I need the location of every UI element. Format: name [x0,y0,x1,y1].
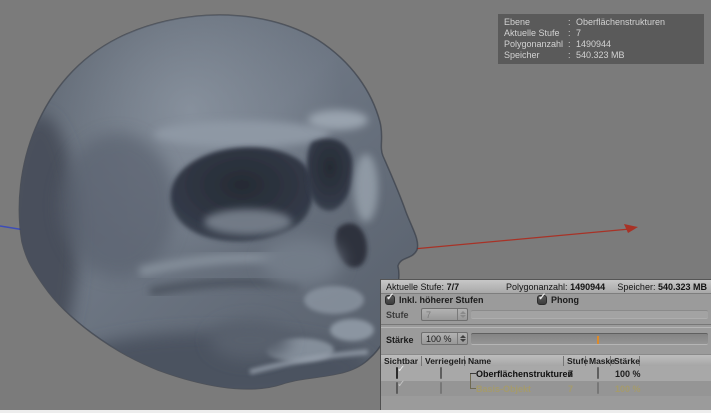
hud-row-ebene: Ebene : Oberflächenstrukturen [504,17,698,28]
option-phong: ✓ Phong [537,295,579,305]
tree-line [470,373,471,389]
phong-label: Phong [551,295,579,305]
check-icon: ✓ [538,293,546,303]
stufe-spinbox[interactable]: 7 [421,308,468,321]
lock-checkbox[interactable] [440,367,442,379]
staerke-spinbox[interactable]: 100 % [421,332,468,345]
phong-checkbox[interactable]: ✓ [537,295,547,305]
layer-stufe: 7 [568,369,573,379]
hud-row-stufe: Aktuelle Stufe : 7 [504,28,698,39]
stat-aktuelle-stufe: Aktuelle Stufe: 7/7 [386,282,459,292]
higher-levels-label: Inkl. höherer Stufen [399,295,484,305]
visible-checkbox[interactable]: ✓ [396,382,398,394]
check-icon: ✓ [397,365,405,375]
hud-value: 1490944 [576,39,611,50]
higher-levels-checkbox[interactable]: ✓ [385,295,395,305]
col-stufe: Stufe [564,356,586,366]
hud-value: 7 [576,28,581,39]
stufe-label: Stufe [386,310,409,320]
hud-value: Oberflächenstrukturen [576,17,665,28]
layer-name: Basis-Objekt [476,384,531,394]
stat-speicher: Speicher: 540.323 MB [617,282,707,292]
layer-row-basis-objekt[interactable]: ✓ Basis-Objekt 7 100 % [381,381,711,396]
panel-stats-bar: Aktuelle Stufe: 7/7 Polygonanzahl: 14909… [381,280,711,294]
check-icon: ✓ [397,380,405,390]
mask-checkbox[interactable] [597,367,599,379]
hud-row-polygone: Polygonanzahl : 1490944 [504,39,698,50]
layer-staerke: 100 % [615,369,641,379]
application-window: Ebene : Oberflächenstrukturen Aktuelle S… [0,0,711,413]
staerke-label: Stärke [386,335,414,345]
stat-polygonanzahl: Polygonanzahl: 1490944 [506,282,605,292]
staerke-stepper-icon[interactable] [457,333,467,344]
slider-marker[interactable] [597,336,599,344]
check-icon: ✓ [386,293,394,303]
col-maske: Maske [586,356,611,366]
stufe-slider[interactable] [471,310,708,319]
hud-row-speicher: Speicher : 540.323 MB [504,50,698,61]
mask-checkbox[interactable] [597,382,599,394]
layer-staerke: 100 % [615,384,641,394]
option-higher-levels: ✓ Inkl. höherer Stufen [385,295,484,305]
tree-line [470,373,476,374]
layer-stufe: 7 [568,384,573,394]
col-staerke: Stärke [611,356,640,366]
staerke-slider[interactable] [471,333,708,345]
lock-checkbox[interactable] [440,382,442,394]
separator [381,324,711,328]
sculpt-attributes-panel: Aktuelle Stufe: 7/7 Polygonanzahl: 14909… [380,279,711,413]
hud-value: 540.323 MB [576,50,625,61]
axis-x-line [413,224,638,249]
stufe-stepper-icon[interactable] [457,309,467,320]
col-verriegeln: Verriegeln [422,356,465,366]
col-name: Name [465,356,564,366]
layer-name: Oberflächenstrukturen [476,369,573,379]
viewport-info-hud: Ebene : Oberflächenstrukturen Aktuelle S… [498,14,704,64]
tree-line [470,388,476,389]
layer-row-oberflaechenstrukturen[interactable]: ✓ Oberflächenstrukturen 7 100 % [381,366,711,381]
visible-checkbox[interactable]: ✓ [396,367,398,379]
